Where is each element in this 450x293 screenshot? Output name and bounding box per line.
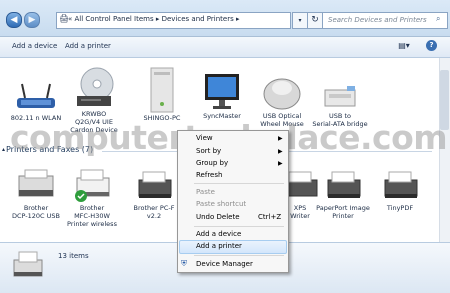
search-placeholder: Search Devices and Printers	[328, 16, 427, 24]
device-computer[interactable]: SHINGO-PC	[130, 66, 194, 122]
submenu-arrow-icon: ▶	[278, 135, 283, 142]
search-icon[interactable]: ⌕	[436, 14, 440, 24]
menu-item-add-device[interactable]: Add a device	[196, 230, 241, 238]
usb-drive-icon	[308, 72, 372, 112]
device-monitor[interactable]: SyncMaster	[190, 72, 254, 120]
view-options-icon[interactable]: ▤▾	[396, 41, 412, 52]
menu-item-paste-shortcut[interactable]: Paste shortcut	[196, 200, 246, 208]
printer-tinypdf[interactable]: TinyPDF	[368, 170, 432, 212]
refresh-icon[interactable]: ↻	[307, 12, 323, 29]
collapse-chevron-icon[interactable]: ▴	[2, 146, 5, 153]
printer-brother-mfc[interactable]: Brother MFC-H30W Printer wireless	[60, 166, 124, 228]
submenu-arrow-icon: ▶	[278, 148, 283, 155]
printer-brother-dcp[interactable]: Brother DCP-120C USB	[4, 166, 68, 220]
menu-item-paste[interactable]: Paste	[196, 188, 215, 196]
wlan-icon	[4, 74, 68, 114]
submenu-arrow-icon: ▶	[278, 160, 283, 167]
menu-item-group-by[interactable]: Group by	[196, 159, 228, 167]
menu-shortcut-undo: Ctrl+Z	[258, 213, 282, 221]
help-icon[interactable]: ?	[426, 40, 437, 51]
monitor-icon	[190, 72, 254, 112]
printer-icon	[368, 170, 432, 204]
menu-item-refresh[interactable]: Refresh	[196, 171, 222, 179]
menu-item-add-printer[interactable]: Add a printer	[196, 242, 242, 250]
cd-drive-icon	[62, 66, 126, 110]
selected-printer-icon	[10, 248, 46, 284]
computer-icon	[130, 66, 194, 114]
mouse-icon	[250, 72, 314, 112]
printer-label: Brother MFC-H30W Printer wireless	[67, 204, 117, 228]
menu-separator	[194, 226, 284, 227]
printer-label: Brother DCP-120C USB	[11, 204, 61, 220]
menu-item-device-manager[interactable]: Device Manager	[196, 260, 253, 268]
menu-separator	[194, 183, 284, 184]
menu-item-sort-by[interactable]: Sort by	[196, 147, 221, 155]
printer-icon	[4, 166, 68, 204]
printer-label: TinyPDF	[386, 204, 414, 212]
add-printer-button[interactable]: Add a printer	[65, 42, 111, 50]
forward-button[interactable]: ▶	[24, 12, 40, 28]
item-count: 13 items	[58, 252, 89, 260]
device-wlan[interactable]: 802.11 n WLAN	[4, 74, 68, 122]
breadcrumb[interactable]: « All Control Panel Items ▸ Devices and …	[68, 15, 239, 23]
back-button[interactable]: ◀	[6, 12, 22, 28]
menu-item-view[interactable]: View	[196, 134, 213, 142]
printer-icon	[60, 166, 124, 204]
menu-item-undo-delete[interactable]: Undo Delete	[196, 213, 240, 221]
history-dropdown-button[interactable]: ▾	[292, 12, 308, 29]
add-device-button[interactable]: Add a device	[12, 42, 57, 50]
shield-icon: ⛨	[181, 259, 187, 268]
menu-separator	[194, 255, 284, 256]
